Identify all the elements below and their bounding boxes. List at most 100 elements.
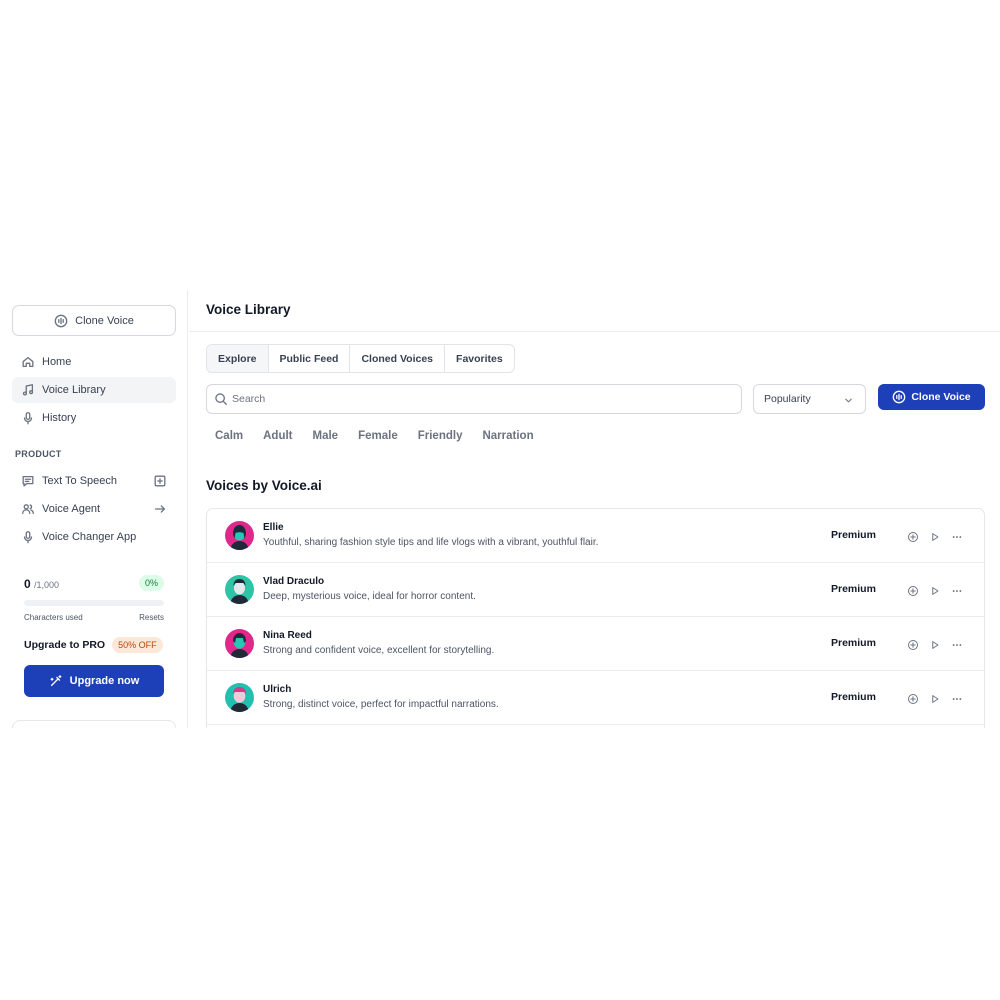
- search-icon: [214, 392, 228, 406]
- more-options-icon[interactable]: [950, 530, 963, 543]
- sparkle-pen-icon: [49, 674, 63, 688]
- sort-select[interactable]: Popularity: [753, 384, 866, 414]
- voice-name: Nina Reed: [263, 630, 312, 641]
- row-actions: [906, 584, 963, 597]
- usage-progress-bar: [24, 600, 164, 606]
- main-content: Voice Library Explore Public Feed Cloned…: [189, 290, 1000, 728]
- add-circle-icon[interactable]: [906, 638, 919, 651]
- play-icon[interactable]: [928, 638, 941, 651]
- add-circle-icon[interactable]: [906, 692, 919, 705]
- discount-badge: 50% OFF: [112, 637, 163, 653]
- sidebar-bottom-card: [12, 720, 176, 728]
- voice-row[interactable]: Ulrich Strong, distinct voice, perfect f…: [207, 671, 984, 725]
- sidebar-item-label: Text To Speech: [42, 475, 118, 487]
- filter-calm[interactable]: Calm: [215, 430, 243, 442]
- sidebar-item-voice-library[interactable]: Voice Library: [12, 377, 176, 403]
- chevron-down-icon: [841, 393, 855, 407]
- avatar: [225, 683, 254, 712]
- tab-cloned-voices[interactable]: Cloned Voices: [349, 345, 444, 372]
- tab-favorites[interactable]: Favorites: [444, 345, 514, 372]
- add-circle-icon[interactable]: [906, 530, 919, 543]
- more-options-icon[interactable]: [950, 638, 963, 651]
- voice-name: Vlad Draculo: [263, 576, 325, 587]
- music-note-icon: [21, 383, 35, 397]
- voice-row[interactable]: Nina Reed Strong and confident voice, ex…: [207, 617, 984, 671]
- home-icon: [21, 355, 35, 369]
- header-divider: [189, 331, 1000, 332]
- sidebar-item-label: Voice Changer App: [42, 531, 137, 543]
- section-title: Voices by Voice.ai: [206, 478, 322, 493]
- avatar: [225, 629, 254, 658]
- voice-description: Deep, mysterious voice, ideal for horror…: [263, 591, 476, 602]
- avatar: [225, 575, 254, 604]
- library-tabs: Explore Public Feed Cloned Voices Favori…: [206, 344, 515, 373]
- voice-tier: Premium: [831, 691, 876, 703]
- plus-square-icon[interactable]: [153, 474, 167, 488]
- voice-row[interactable]: Ellie Youthful, sharing fashion style ti…: [207, 509, 984, 563]
- character-usage: 0 /1,000 0% Characters used Resets: [24, 575, 164, 622]
- voice-tier: Premium: [831, 529, 876, 541]
- row-actions: [906, 530, 963, 543]
- more-options-icon[interactable]: [950, 692, 963, 705]
- filter-chips: Calm Adult Male Female Friendly Narratio…: [215, 430, 534, 442]
- users-icon: [21, 502, 35, 516]
- sidebar-item-label: History: [42, 412, 77, 424]
- resets-label: Resets: [139, 613, 164, 622]
- upgrade-row: Upgrade to PRO 50% OFF: [24, 637, 163, 653]
- filter-narration[interactable]: Narration: [482, 430, 533, 442]
- product-section-label: PRODUCT: [15, 449, 62, 459]
- page-title: Voice Library: [206, 302, 291, 317]
- waveform-icon: [892, 390, 906, 404]
- filter-male[interactable]: Male: [313, 430, 339, 442]
- avatar: [225, 521, 254, 550]
- play-icon[interactable]: [928, 584, 941, 597]
- voice-row[interactable]: Vlad Draculo Deep, mysterious voice, ide…: [207, 563, 984, 617]
- voice-list: Ellie Youthful, sharing fashion style ti…: [206, 508, 985, 728]
- voice-description: Youthful, sharing fashion style tips and…: [263, 537, 599, 548]
- sidebar-item-voice-changer-app[interactable]: Voice Changer App: [12, 524, 176, 550]
- sidebar-item-home[interactable]: Home: [12, 349, 176, 375]
- upgrade-now-label: Upgrade now: [69, 675, 140, 687]
- play-icon[interactable]: [928, 530, 941, 543]
- clone-voice-label: Clone Voice: [911, 391, 971, 403]
- voice-description: Strong and confident voice, excellent fo…: [263, 645, 495, 656]
- sidebar-item-text-to-speech[interactable]: Text To Speech: [12, 468, 176, 494]
- filter-friendly[interactable]: Friendly: [418, 430, 463, 442]
- sidebar-item-label: Voice Agent: [42, 503, 101, 515]
- filter-adult[interactable]: Adult: [263, 430, 292, 442]
- row-actions: [906, 638, 963, 651]
- sidebar-clone-voice-label: Clone Voice: [75, 314, 134, 327]
- voice-name: Ellie: [263, 522, 284, 533]
- clone-voice-button[interactable]: Clone Voice: [878, 384, 985, 410]
- voice-description: Strong, distinct voice, perfect for impa…: [263, 699, 499, 710]
- search-box: [206, 384, 742, 414]
- voice-name: Ulrich: [263, 684, 292, 695]
- row-actions: [906, 692, 963, 705]
- characters-used-label: Characters used: [24, 613, 83, 622]
- sidebar-item-history[interactable]: History: [12, 405, 176, 431]
- add-circle-icon[interactable]: [906, 584, 919, 597]
- tab-explore[interactable]: Explore: [207, 345, 268, 372]
- sidebar-clone-voice-button[interactable]: Clone Voice: [12, 305, 176, 336]
- waveform-icon: [54, 314, 68, 328]
- chat-icon: [21, 474, 35, 488]
- more-options-icon[interactable]: [950, 584, 963, 597]
- sort-value: Popularity: [764, 393, 811, 405]
- search-input[interactable]: [232, 393, 712, 405]
- filter-female[interactable]: Female: [358, 430, 398, 442]
- voice-tier: Premium: [831, 637, 876, 649]
- sidebar-item-label: Home: [42, 356, 72, 368]
- app-window: Clone Voice Home Voice Library History P…: [0, 290, 1000, 728]
- usage-used: 0: [24, 577, 31, 591]
- sidebar-item-label: Voice Library: [42, 384, 106, 396]
- upgrade-label: Upgrade to PRO: [24, 639, 106, 651]
- usage-percent-badge: 0%: [138, 575, 164, 591]
- sidebar-item-voice-agent[interactable]: Voice Agent: [12, 496, 176, 522]
- tab-public-feed[interactable]: Public Feed: [267, 345, 350, 372]
- upgrade-now-button[interactable]: Upgrade now: [24, 665, 164, 697]
- voice-tier: Premium: [831, 583, 876, 595]
- microphone-icon: [21, 411, 35, 425]
- microphone-icon: [21, 530, 35, 544]
- play-icon[interactable]: [928, 692, 941, 705]
- arrow-right-icon[interactable]: [153, 502, 167, 516]
